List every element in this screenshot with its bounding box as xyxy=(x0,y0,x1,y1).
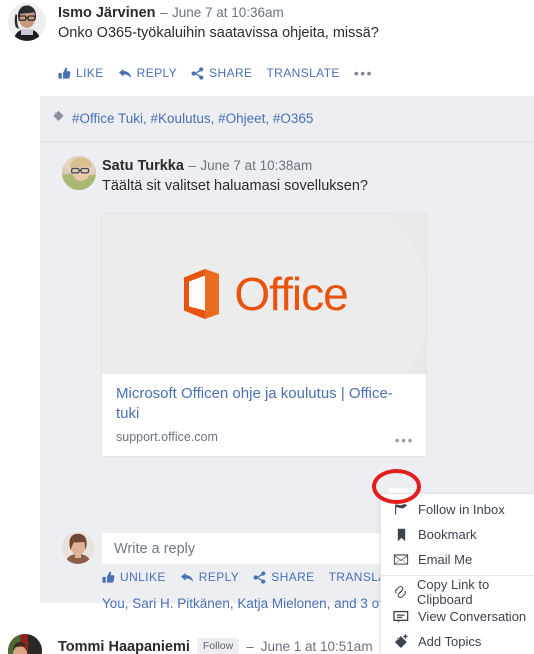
menu-item-email-me-label: Email Me xyxy=(418,552,473,567)
tag-icon xyxy=(52,109,65,127)
menu-item-email-me[interactable]: Email Me xyxy=(381,547,534,572)
tommi-haapaniemi-avatar[interactable] xyxy=(8,634,42,654)
thumbs-up-icon xyxy=(102,571,115,584)
root-post-author-line: Ismo Järvinen – June 7 at 10:36am xyxy=(58,4,284,22)
reply-author-line: Satu Turkka – June 7 at 10:38am xyxy=(102,157,312,175)
tag-plus-icon xyxy=(393,634,409,649)
root-post-actions: LIKE REPLY SHARE TRANSLATE ••• xyxy=(58,66,373,80)
office-logo-wordmark: Office xyxy=(234,268,348,320)
root-post-body: Onko O365-työkaluihin saatavissa ohjeita… xyxy=(58,25,379,41)
envelope-icon xyxy=(393,553,409,566)
reply-separator: – xyxy=(188,158,196,173)
write-a-reply-input[interactable]: Write a reply xyxy=(102,533,426,564)
office-logo-mark xyxy=(184,269,220,319)
reply-arrow-icon xyxy=(180,571,194,584)
menu-item-view-conversation-label: View Conversation xyxy=(418,609,527,624)
reply-author[interactable]: Satu Turkka xyxy=(102,158,184,174)
satu-turkka-avatar[interactable] xyxy=(62,156,96,190)
menu-item-bookmark-label: Bookmark xyxy=(418,527,477,542)
reply-share-button[interactable]: SHARE xyxy=(253,570,314,584)
reply-share-button-label: SHARE xyxy=(271,570,315,584)
ismo-jarvinen-avatar[interactable] xyxy=(8,3,46,41)
follow-button[interactable]: Follow xyxy=(196,638,240,654)
translate-button[interactable]: TRANSLATE xyxy=(266,66,339,80)
write-a-reply-placeholder: Write a reply xyxy=(114,540,196,557)
office-logo: Office xyxy=(180,268,349,320)
reply-reply-button-label: REPLY xyxy=(198,570,240,584)
like-button[interactable]: LIKE xyxy=(58,66,104,80)
like-button-label: LIKE xyxy=(76,66,104,80)
menu-item-add-topics[interactable]: Add Topics xyxy=(381,629,534,654)
reply-button[interactable]: REPLY xyxy=(118,66,177,80)
unlike-button[interactable]: UNLIKE xyxy=(102,570,166,584)
topics-row: #Office Tuki, #Koulutus, #Ohjeet, #O365 xyxy=(52,109,313,127)
root-post-overflow-button[interactable]: ••• xyxy=(354,66,373,80)
menu-item-bookmark[interactable]: Bookmark xyxy=(381,522,534,547)
share-icon xyxy=(191,66,204,80)
reply-timestamp: June 7 at 10:38am xyxy=(200,158,313,173)
share-button[interactable]: SHARE xyxy=(191,66,252,80)
link-preview-image[interactable]: Office xyxy=(102,214,426,374)
follow-flag-icon xyxy=(393,503,409,516)
reply-reply-button[interactable]: REPLY xyxy=(180,570,239,584)
menu-item-follow-in-inbox[interactable]: Follow in Inbox xyxy=(381,497,534,522)
link-preview-overflow-button[interactable]: ••• xyxy=(395,433,414,447)
link-preview-text: Microsoft Officen ohje ja koulutus | Off… xyxy=(102,374,426,456)
root-post-timestamp: June 7 at 10:36am xyxy=(171,5,284,20)
reply-arrow-icon xyxy=(118,67,132,80)
bottom-post-author[interactable]: Tommi Haapaniemi xyxy=(58,639,190,654)
translate-button-label: TRANSLATE xyxy=(266,66,340,80)
thread-divider xyxy=(40,141,534,142)
reply-body: Täältä sit valitset haluamasi sovellukse… xyxy=(102,178,368,194)
reply-button-label: REPLY xyxy=(136,66,178,80)
link-preview-title[interactable]: Microsoft Officen ohje ja koulutus | Off… xyxy=(116,384,412,424)
thumbs-up-icon xyxy=(58,67,71,80)
menu-item-copy-link-to-clipboard[interactable]: Copy Link to Clipboard xyxy=(381,576,534,607)
menu-item-view-conversation[interactable]: View Conversation xyxy=(381,604,534,629)
bottom-post-timestamp: June 1 at 10:51am xyxy=(260,639,373,654)
menu-item-copy-link-to-clipboard-label: Copy Link to Clipboard xyxy=(417,576,490,607)
bottom-post-author-line: Tommi Haapaniemi Follow – June 1 at 10:5… xyxy=(58,638,373,654)
yammer-thread-screen: Ismo Järvinen – June 7 at 10:36am Onko O… xyxy=(0,0,534,654)
menu-item-follow-in-inbox-label: Follow in Inbox xyxy=(418,502,505,517)
link-icon xyxy=(393,585,408,599)
share-button-label: SHARE xyxy=(209,66,253,80)
share-icon xyxy=(253,570,266,584)
bottom-post-separator: – xyxy=(246,639,254,654)
root-post-author[interactable]: Ismo Järvinen xyxy=(58,5,156,21)
link-preview-domain: support.office.com xyxy=(116,429,218,444)
menu-item-add-topics-label: Add Topics xyxy=(418,634,482,649)
bookmark-icon xyxy=(393,528,409,542)
unlike-button-label: UNLIKE xyxy=(120,570,166,584)
current-user-avatar[interactable] xyxy=(62,532,94,564)
root-post-separator: – xyxy=(159,5,168,20)
conversation-icon xyxy=(393,610,409,624)
link-preview-card[interactable]: Office Microsoft Officen ohje ja koulutu… xyxy=(102,214,426,456)
post-overflow-menu: Follow in Inbox Bookmark Email Me Copy L… xyxy=(381,494,534,654)
topics-text[interactable]: #Office Tuki, #Koulutus, #Ohjeet, #O365 xyxy=(72,111,313,126)
